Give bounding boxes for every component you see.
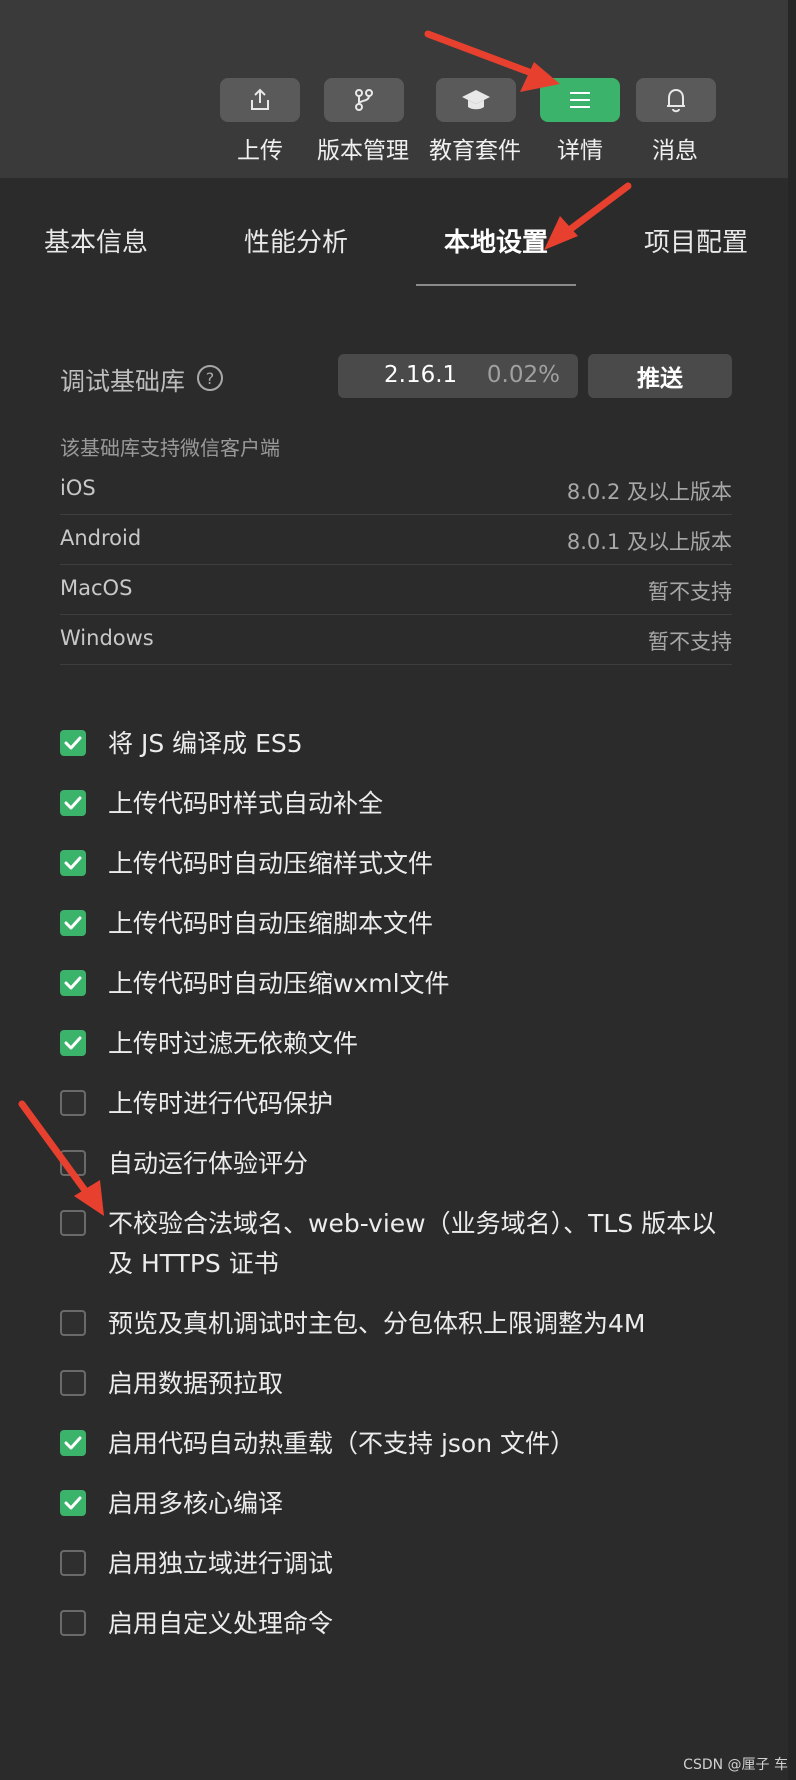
annotation-arrows bbox=[18, 30, 632, 1216]
annotation-arrow-domain-option bbox=[18, 1100, 104, 1216]
watermark: CSDN @厘子 车 bbox=[683, 1757, 788, 1773]
annotation-arrow-details bbox=[424, 30, 560, 92]
annotation-arrow-local-settings bbox=[544, 182, 632, 250]
